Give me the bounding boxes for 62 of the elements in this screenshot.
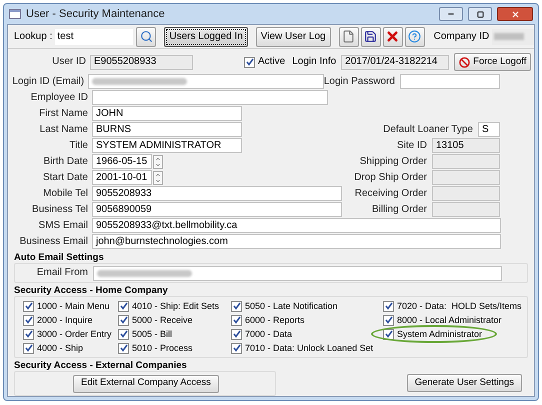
field-label: Login Password xyxy=(324,76,395,86)
permission-label: 1000 - Main Menu xyxy=(37,302,110,310)
input-field[interactable]: S xyxy=(478,122,500,137)
section-title: Security Access - Home Company xyxy=(14,285,169,296)
field-label: Last Name xyxy=(38,124,88,134)
input-field[interactable]: BURNS xyxy=(92,122,242,137)
section-title: Security Access - External Companies xyxy=(14,360,188,371)
field-label: Receiving Order xyxy=(354,188,427,198)
permission-label: 5005 - Bill xyxy=(132,330,172,338)
input-field[interactable]: 13105 xyxy=(432,138,500,153)
window-title: User - Security Maintenance xyxy=(26,8,166,20)
user-id-field[interactable]: E9055208933 xyxy=(90,54,193,70)
field-label: Login ID (Email) xyxy=(11,76,84,86)
permission-label: 5050 - Late Notification xyxy=(245,302,338,310)
force-logoff-button[interactable]: Force Logoff xyxy=(454,53,532,71)
field-label: Business Tel xyxy=(31,204,88,214)
input-field[interactable]: 9056890059 xyxy=(92,202,342,217)
lookup-field[interactable]: test xyxy=(55,28,134,44)
permission-label: 5010 - Process xyxy=(132,344,193,352)
field-label: Employee ID xyxy=(30,92,88,102)
login-info-label: Login Info xyxy=(292,57,336,67)
toolbar-button[interactable]: View User Log xyxy=(256,26,331,46)
permission-label: 7000 - Data xyxy=(245,330,292,338)
permission-label: 7010 - Data: Unlock Loaned Set xyxy=(245,344,374,352)
permission-label: 4000 - Ship xyxy=(37,344,84,352)
login-info-field[interactable]: 2017/01/24-3182214 xyxy=(341,54,450,70)
input-field[interactable]: 9055208933@txt.bellmobility.ca xyxy=(92,218,501,233)
lookup-label: Lookup : xyxy=(14,32,52,42)
field-label: Drop Ship Order xyxy=(354,172,427,182)
field-label: Title xyxy=(68,140,88,150)
company-id-label: Company ID xyxy=(434,32,490,42)
permission-label: 7020 - Data: HOLD Sets/Items xyxy=(397,302,522,310)
input-field[interactable]: JOHN xyxy=(92,106,242,121)
field-label: Billing Order xyxy=(372,204,427,214)
permission-label: 2000 - Inquire xyxy=(37,316,93,324)
field-label: Shipping Order xyxy=(360,156,427,166)
field-label: First Name xyxy=(38,108,88,118)
input-field[interactable]: 1966-05-15 xyxy=(92,154,152,169)
permission-label: 6000 - Reports xyxy=(245,316,305,324)
field-label: Start Date xyxy=(42,172,88,182)
input-field[interactable]: john@burnstechnologies.com xyxy=(92,234,501,249)
input-field[interactable]: 2001-10-01 xyxy=(92,170,152,185)
field-label: SMS Email xyxy=(38,220,88,230)
permission-label: 4010 - Ship: Edit Sets xyxy=(132,302,220,310)
permission-label: 8000 - Local Administrator xyxy=(397,316,502,324)
generate-settings-button[interactable]: Generate User Settings xyxy=(406,374,522,392)
edit-external-access-button[interactable]: Edit External Company Access xyxy=(73,374,219,392)
field-label: Mobile Tel xyxy=(42,188,88,198)
permission-label: 5000 - Receive xyxy=(132,316,193,324)
field-label: Site ID xyxy=(396,140,427,150)
permission-label: System Administrator xyxy=(397,330,482,338)
field-label: User ID xyxy=(51,57,86,67)
toolbar-button[interactable]: Users Logged In xyxy=(164,26,248,46)
input-field[interactable]: SYSTEM ADMINISTRATOR xyxy=(92,138,242,153)
field-label: Birth Date xyxy=(42,156,88,166)
permission-label: 3000 - Order Entry xyxy=(37,330,112,338)
input-field[interactable]: 9055208933 xyxy=(92,186,342,201)
field-label: Email From xyxy=(36,268,88,278)
field-label: Business Email xyxy=(18,236,88,246)
active-label: Active xyxy=(258,57,286,67)
section-title: Auto Email Settings xyxy=(14,252,105,263)
field-label: Default Loaner Type xyxy=(383,124,473,134)
